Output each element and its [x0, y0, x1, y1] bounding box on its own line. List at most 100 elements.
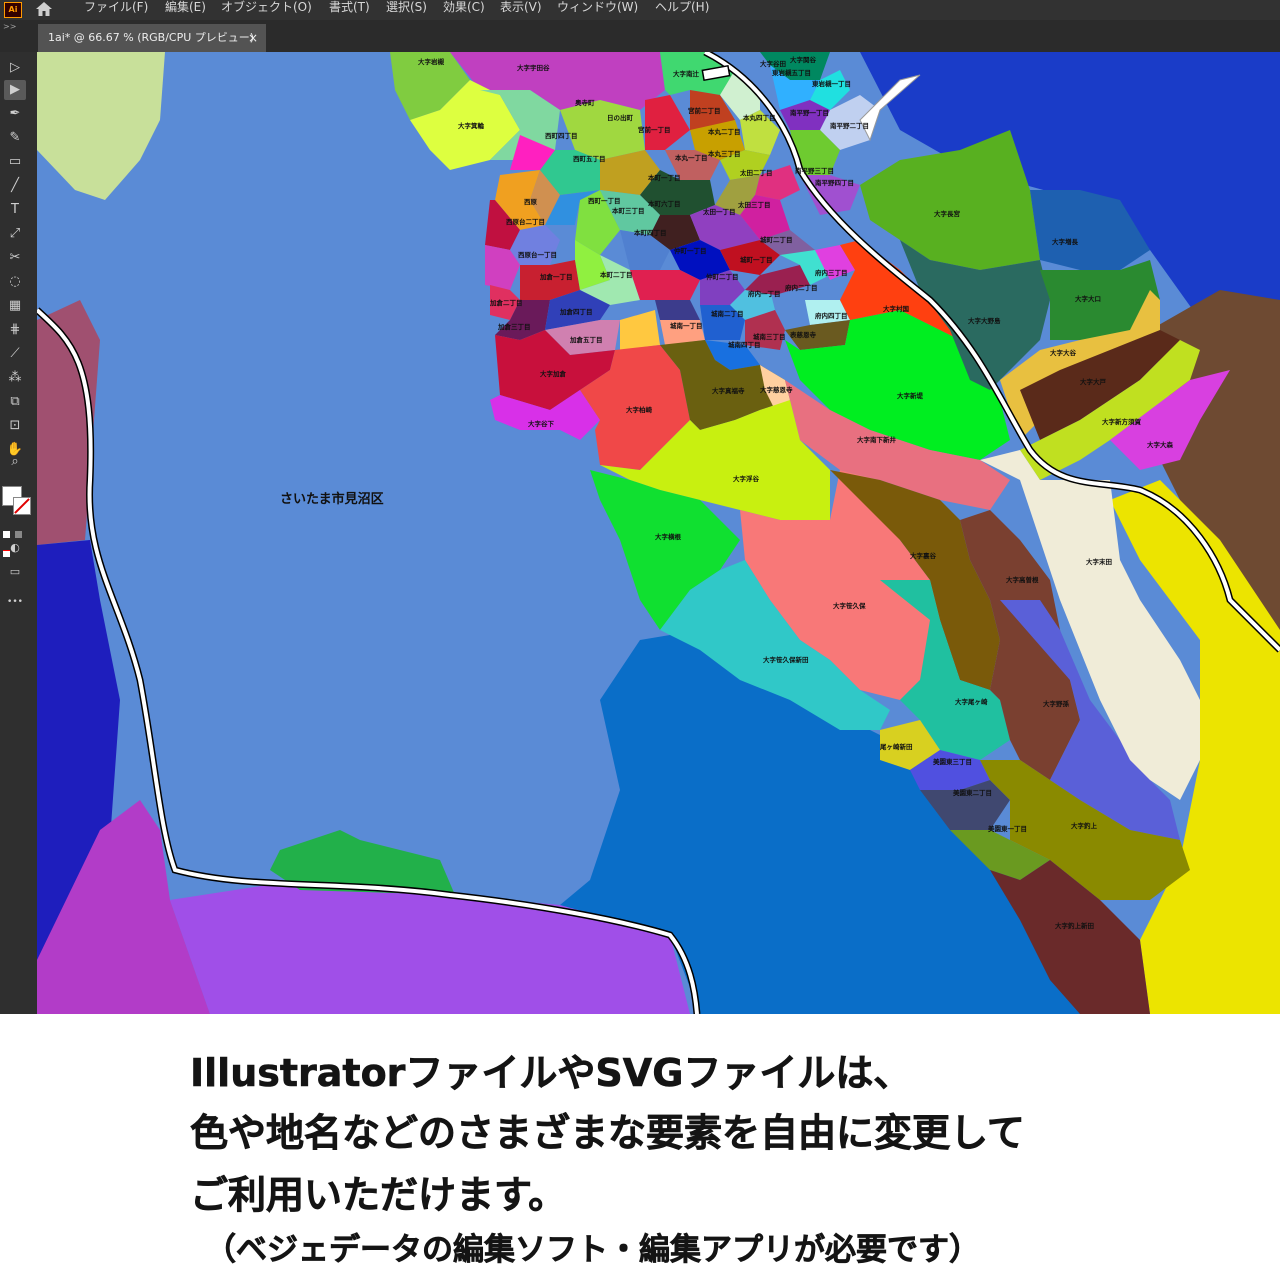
stroke-swatch[interactable] [13, 497, 31, 515]
more-tools-icon[interactable]: ••• [4, 592, 26, 612]
blend-tool[interactable]: ⁂ [4, 368, 26, 388]
map-label: 加倉二丁目 [489, 298, 523, 307]
map-label: 府内四丁目 [815, 311, 848, 320]
map-label: 加倉四丁目 [559, 307, 593, 316]
map-label: 尾ヶ崎新田 [879, 742, 913, 751]
eyedropper-tool[interactable]: ⟋ [4, 344, 26, 364]
map-label: 大字裏谷 [910, 551, 937, 560]
map-label: 大字笹久保新田 [763, 655, 809, 664]
menu-window[interactable]: ウィンドウ(W) [557, 1, 638, 19]
menu-help[interactable]: ヘルプ(H) [655, 1, 709, 19]
map-label: 大字大口 [1075, 294, 1101, 303]
map-label: 大字釣上新田 [1055, 921, 1095, 930]
map-label: 本丸二丁目 [708, 127, 741, 136]
region-label-minuma: さいたま市見沼区 [280, 491, 384, 507]
illustrator-logo-icon: Ai [4, 2, 22, 18]
type-tool[interactable]: T [4, 200, 26, 220]
map-label: 東岩槻一丁目 [812, 79, 851, 88]
map-label: 本町三丁目 [612, 206, 645, 215]
menu-file[interactable]: ファイル(F) [84, 1, 148, 19]
map-label: 大字大森 [1147, 440, 1174, 449]
map-label: 美園東三丁目 [933, 757, 972, 766]
selection-tool[interactable]: ▷ [4, 58, 26, 78]
map-label: 大字末田 [1086, 557, 1113, 566]
scissors-tool[interactable]: ✂ [4, 248, 26, 268]
map-label: 大字南下新井 [857, 435, 897, 444]
rectangle-tool[interactable]: ▭ [4, 152, 26, 172]
map-label: 大字大谷 [1050, 348, 1077, 357]
map-svg: さいたま市見沼区 大字岩槻 大字宇田谷 大字南辻 大字谷田 大字関谷 西町四丁目… [37, 52, 1280, 1014]
map-label: 本丸一丁目 [675, 153, 708, 162]
map-label: 城南二丁目 [711, 309, 744, 318]
artboard-tool[interactable]: ⊡ [4, 416, 26, 436]
color-mode-icon[interactable] [3, 523, 29, 557]
map-label: 宮前二丁目 [688, 106, 721, 115]
map-label: 大字野孫 [1043, 699, 1070, 708]
zoom-tool[interactable]: ⌕ [4, 452, 26, 472]
mesh-tool[interactable]: ⋕ [4, 320, 26, 340]
menu-edit[interactable]: 編集(E) [165, 1, 206, 19]
caption-area: IllustratorファイルやSVGファイルは、 色や地名などのさまざまな要素… [0, 1014, 1280, 1280]
curvature-tool[interactable]: ✎ [4, 128, 26, 148]
map-label: 大字岩槻 [418, 57, 445, 66]
map-label: 大字慈恩寺 [760, 385, 793, 394]
close-tab-icon[interactable]: × [248, 24, 258, 52]
menu-type[interactable]: 書式(T) [329, 1, 370, 19]
gradient-tool[interactable]: ▦ [4, 296, 26, 316]
map-label: 奥寺町 [574, 98, 595, 107]
map-label: 西町五丁目 [573, 155, 606, 163]
map-label: 城町二丁目 [760, 235, 793, 244]
map-label: 南平野二丁目 [830, 121, 869, 130]
map-label: 西町四丁目 [545, 132, 578, 140]
pen-tool[interactable]: ✒ [4, 104, 26, 124]
artboard-canvas[interactable]: さいたま市見沼区 大字岩槻 大字宇田谷 大字南辻 大字谷田 大字関谷 西町四丁目… [37, 52, 1280, 1014]
draw-mode-icon[interactable]: ◐ [4, 538, 26, 558]
screen-mode-icon[interactable]: ▭ [4, 562, 26, 582]
map-label: 大字谷下 [528, 419, 555, 428]
map-label: 大字真福寺 [712, 386, 745, 395]
map-label: 城南四丁目 [728, 340, 761, 349]
map-label: 仲町二丁目 [706, 272, 739, 281]
panel-collapse-icon[interactable]: >> [3, 22, 16, 31]
map-label: 本町一丁目 [648, 173, 681, 182]
map-label: 城南一丁目 [670, 321, 703, 330]
home-icon[interactable] [34, 0, 54, 18]
lasso-tool[interactable]: ◌ [4, 272, 26, 292]
document-tab-bar: >> 1ai* @ 66.67 % (RGB/CPU プレビュー) × [0, 20, 1280, 52]
map-label: 大字浮谷 [733, 474, 760, 483]
map-label: 加倉一丁目 [539, 272, 573, 281]
map-label: 大字横根 [655, 532, 682, 541]
map-label: 大字新方須賀 [1102, 417, 1142, 426]
map-label: 太田二丁目 [739, 168, 773, 177]
map-label: 美園東一丁目 [988, 824, 1027, 833]
map-label: 大字大野島 [968, 316, 1001, 325]
direct-selection-tool[interactable]: ▶ [4, 80, 26, 100]
map-label: 加倉五丁目 [569, 335, 603, 344]
map-label: 表慈恩寺 [789, 330, 817, 339]
menu-effect[interactable]: 効果(C) [443, 1, 485, 19]
menu-object[interactable]: オブジェクト(O) [221, 1, 312, 19]
shape-builder-tool[interactable]: ⧉ [4, 392, 26, 412]
map-label: 大字南辻 [673, 69, 700, 78]
map-label: 大字箕輪 [458, 121, 485, 130]
caption-line-2: 色や地名などのさまざまな要素を自由に変更して [190, 1111, 1025, 1156]
map-label: 大字新堤 [897, 391, 924, 400]
map-label: 府内二丁目 [785, 283, 818, 292]
map-label: 宮前一丁目 [638, 125, 671, 134]
map-label: 南平野三丁目 [795, 166, 834, 175]
document-tab[interactable]: 1ai* @ 66.67 % (RGB/CPU プレビュー) × [38, 24, 266, 52]
map-label: 日の出町 [607, 113, 634, 122]
paintbrush-tool[interactable]: ╱ [4, 176, 26, 196]
fill-stroke-swatch[interactable] [2, 486, 32, 516]
scale-tool[interactable]: ⤢ [4, 224, 26, 244]
map-label: 美園東二丁目 [953, 788, 992, 797]
map-label: 府内三丁目 [815, 268, 848, 277]
menu-view[interactable]: 表示(V) [500, 1, 542, 19]
map-label: 本町六丁目 [648, 199, 681, 208]
map-label: 南平野四丁目 [815, 178, 854, 187]
caption-line-1: IllustratorファイルやSVGファイルは、 [190, 1051, 912, 1096]
map-label: 太田一丁目 [702, 207, 736, 216]
map-label: 東岩槻五丁目 [772, 68, 811, 77]
map-label: 大字谷田 [760, 59, 787, 68]
menu-select[interactable]: 選択(S) [386, 1, 427, 19]
